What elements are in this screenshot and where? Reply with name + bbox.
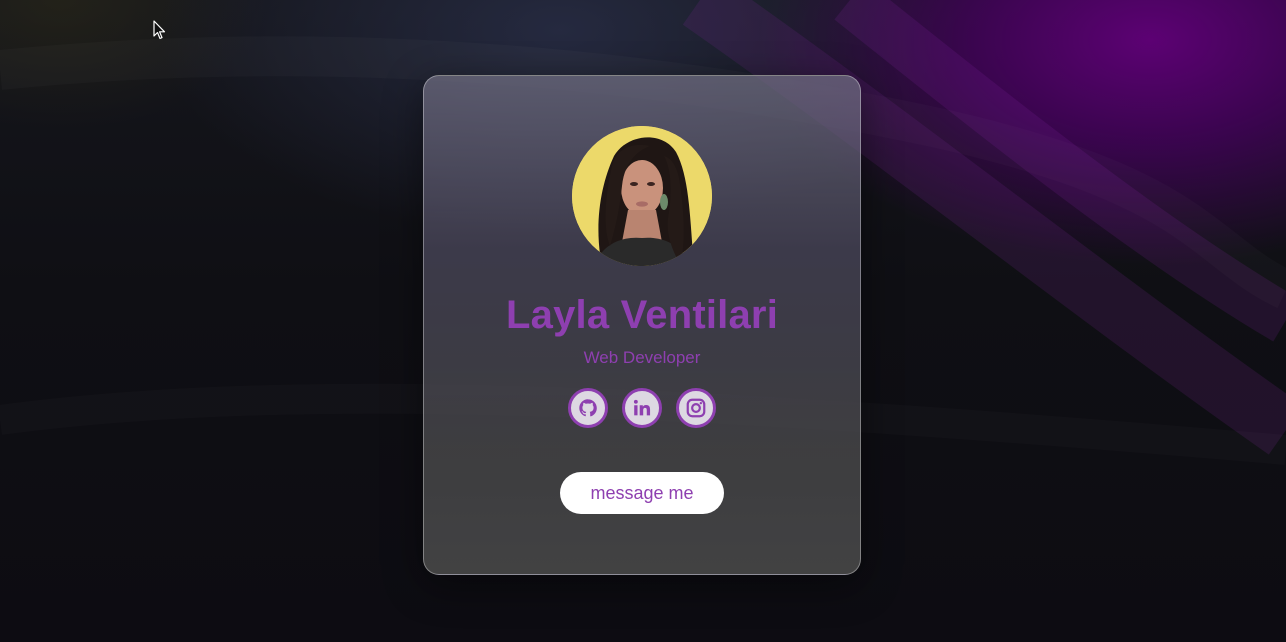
profile-role: Web Developer xyxy=(583,348,701,367)
github-icon xyxy=(579,399,597,417)
mouse-cursor-icon xyxy=(153,20,166,40)
avatar xyxy=(572,126,712,266)
instagram-link[interactable] xyxy=(676,388,716,428)
social-links xyxy=(568,388,716,428)
profile-card: Layla Ventilari Web Developer message me xyxy=(423,75,861,575)
avatar-photo xyxy=(572,126,712,266)
linkedin-link[interactable] xyxy=(622,388,662,428)
linkedin-icon xyxy=(633,399,651,416)
message-me-button[interactable]: message me xyxy=(560,472,724,514)
github-link[interactable] xyxy=(568,388,608,428)
profile-name: Layla Ventilari xyxy=(505,293,779,337)
instagram-icon xyxy=(686,398,706,418)
